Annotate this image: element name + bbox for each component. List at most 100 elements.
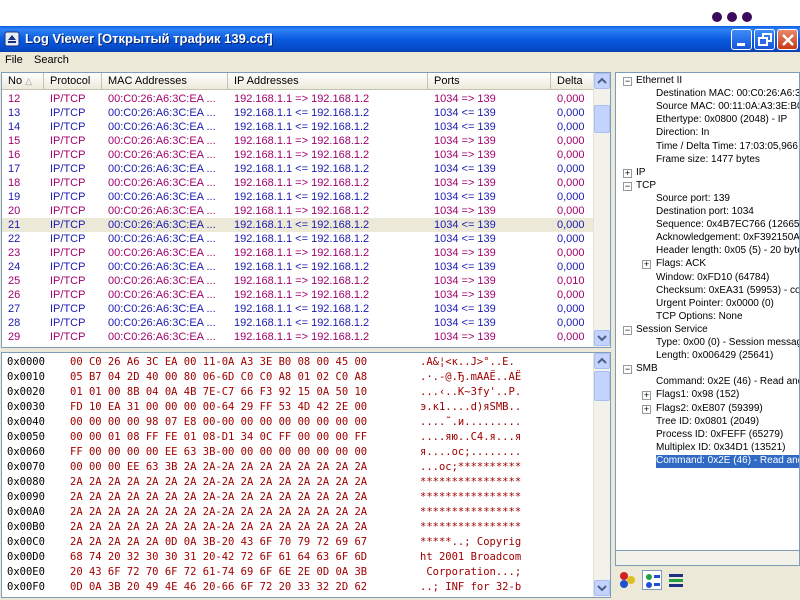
expand-icon[interactable]: + [642, 391, 651, 401]
tree-node[interactable]: Session Service [636, 324, 708, 337]
hex-scroll-down-button[interactable] [594, 580, 610, 596]
minimize-button[interactable] [731, 29, 752, 50]
table-row[interactable]: 20 IP/TCP 00:C0:26:A6:3C:EA ... 192.168.1.1… [2, 204, 594, 218]
tree-node[interactable]: Tree ID: 0x0801 (2049) [656, 416, 759, 429]
hex-bytes: 20 43 6F 72 70 6F 72 61-74 69 6F 6E 2E 0… [70, 566, 368, 578]
collapse-icon[interactable]: − [623, 325, 632, 335]
tree-node[interactable]: Destination port: 1034 [656, 206, 754, 219]
hex-line[interactable]: 0x00A0 2A 2A 2A 2A 2A 2A 2A 2A-2A 2A 2A 2… [2, 505, 594, 520]
view-colors-icon[interactable] [618, 570, 638, 590]
menu-file[interactable]: File [5, 54, 23, 66]
table-row[interactable]: 24 IP/TCP 00:C0:26:A6:3C:EA ... 192.168.1.1… [2, 260, 594, 274]
hex-line[interactable]: 0x00F0 0D 0A 3B 20 49 4E 46 20-66 6F 72 2… [2, 580, 594, 595]
hex-line[interactable]: 0x00C0 2A 2A 2A 2A 2A 0D 0A 3B-20 43 6F 7… [2, 535, 594, 550]
table-row[interactable]: 27 IP/TCP 00:C0:26:A6:3C:EA ... 192.168.1.1… [2, 302, 594, 316]
tree-node[interactable]: Flags: ACK [656, 258, 706, 271]
tree-node[interactable]: Acknowledgement: 0xF392150A ( [656, 232, 799, 245]
tree-node[interactable]: Frame size: 1477 bytes [656, 154, 760, 167]
table-row[interactable]: 18 IP/TCP 00:C0:26:A6:3C:EA ... 192.168.1.1… [2, 176, 594, 190]
scroll-up-button[interactable] [594, 73, 610, 89]
hex-line[interactable]: 0x0010 05 B7 04 2D 40 00 80 06-6D C0 C0 A… [2, 370, 594, 385]
column-header-no[interactable]: No △ [2, 73, 44, 90]
tree-node[interactable]: Process ID: 0xFEFF (65279) [656, 429, 783, 442]
tree-node[interactable]: Flags1: 0x98 (152) [656, 389, 739, 402]
scroll-thumb[interactable] [594, 105, 610, 133]
tree-node[interactable]: Direction: In [656, 127, 709, 140]
column-header-protocol[interactable]: Protocol [44, 73, 102, 90]
table-row[interactable]: 28 IP/TCP 00:C0:26:A6:3C:EA ... 192.168.1.1… [2, 316, 594, 330]
hex-line[interactable]: 0x00D0 68 74 20 32 30 30 31 20-42 72 6F 6… [2, 550, 594, 565]
hex-line[interactable]: 0x0030 FD 10 EA 31 00 00 00 00-64 29 FF 5… [2, 400, 594, 415]
tree-node[interactable]: Destination MAC: 00:C0:26:A6:3C [656, 88, 799, 101]
restore-button[interactable] [754, 29, 775, 50]
hex-line[interactable]: 0x0040 00 00 00 00 98 07 E8 00-00 00 00 0… [2, 415, 594, 430]
table-row[interactable]: 12 IP/TCP 00:C0:26:A6:3C:EA ... 192.168.1.1… [2, 92, 594, 106]
tree-node[interactable]: Time / Delta Time: 17:03:05,966 / [656, 141, 799, 154]
tree-node[interactable]: Urgent Pointer: 0x0000 (0) [656, 298, 774, 311]
collapse-icon[interactable]: − [623, 77, 632, 86]
expand-icon[interactable]: + [642, 260, 651, 270]
hex-scrollbar[interactable] [593, 353, 610, 597]
table-row[interactable]: 26 IP/TCP 00:C0:26:A6:3C:EA ... 192.168.1.1… [2, 288, 594, 302]
title-bar[interactable]: Log Viewer [Открытый трафик 139.ccf] [0, 26, 800, 52]
column-header-mac[interactable]: MAC Addresses [102, 73, 228, 90]
tree-node[interactable]: Sequence: 0x4B7EC766 (12665) [656, 219, 799, 232]
table-row[interactable]: 14 IP/TCP 00:C0:26:A6:3C:EA ... 192.168.1.1… [2, 120, 594, 134]
table-row[interactable]: 16 IP/TCP 00:C0:26:A6:3C:EA ... 192.168.1.1… [2, 148, 594, 162]
table-row[interactable]: 25 IP/TCP 00:C0:26:A6:3C:EA ... 192.168.1.1… [2, 274, 594, 288]
expand-icon[interactable]: + [623, 168, 632, 178]
hex-scroll-thumb[interactable] [594, 371, 610, 401]
cell-mac: 00:C0:26:A6:3C:EA ... [108, 289, 216, 301]
hex-line[interactable]: 0x0050 00 00 01 08 FF FE 01 08-D1 34 0C F… [2, 430, 594, 445]
table-row[interactable]: 13 IP/TCP 00:C0:26:A6:3C:EA ... 192.168.1.1… [2, 106, 594, 120]
tree-node[interactable]: Command: 0x2E (46) - Read and X [656, 454, 799, 468]
tree-node[interactable]: TCP [636, 180, 656, 193]
tree-node[interactable]: Ethernet II [636, 75, 682, 88]
hex-line[interactable]: 0x0080 2A 2A 2A 2A 2A 2A 2A 2A-2A 2A 2A 2… [2, 475, 594, 490]
hex-line[interactable]: 0x0070 00 00 00 EE 63 3B 2A 2A-2A 2A 2A 2… [2, 460, 594, 475]
tree-node[interactable]: IP [636, 167, 645, 180]
packet-list-scrollbar[interactable] [593, 73, 610, 347]
tree-node[interactable]: Type: 0x00 (0) - Session message [656, 337, 799, 350]
table-row[interactable]: 29 IP/TCP 00:C0:26:A6:3C:EA ... 192.168.1.1… [2, 330, 594, 344]
column-header-delta[interactable]: Delta [551, 73, 594, 90]
tree-node[interactable]: Multiplex ID: 0x34D1 (13521) [656, 442, 786, 455]
hex-bytes: 2A 2A 2A 2A 2A 0D 0A 3B-20 43 6F 70 79 7… [70, 536, 368, 548]
menu-search[interactable]: Search [34, 54, 69, 66]
tree-node[interactable]: Source MAC: 00:11:0A:A3:3E:B0 [656, 101, 799, 114]
collapse-icon[interactable]: − [623, 365, 632, 375]
table-row[interactable]: 23 IP/TCP 00:C0:26:A6:3C:EA ... 192.168.1.1… [2, 246, 594, 260]
tree-node[interactable]: SMB [636, 363, 658, 376]
tree-node[interactable]: Flags2: 0xE807 (59399) [656, 403, 763, 416]
view-tree-icon[interactable] [642, 570, 662, 590]
view-list-icon[interactable] [666, 570, 686, 590]
tree-node[interactable]: Ethertype: 0x0800 (2048) - IP [656, 114, 787, 127]
hex-line[interactable]: 0x00B0 2A 2A 2A 2A 2A 2A 2A 2A-2A 2A 2A 2… [2, 520, 594, 535]
tree-node[interactable]: Source port: 139 [656, 193, 730, 206]
column-header-ports[interactable]: Ports [428, 73, 551, 90]
table-row[interactable]: 22 IP/TCP 00:C0:26:A6:3C:EA ... 192.168.1.1… [2, 232, 594, 246]
hex-line[interactable]: 0x0090 2A 2A 2A 2A 2A 2A 2A 2A-2A 2A 2A 2… [2, 490, 594, 505]
expand-icon[interactable]: + [642, 404, 651, 414]
hex-ascii: *****..; Copyrig [420, 536, 522, 548]
tree-node[interactable]: TCP Options: None [656, 311, 743, 324]
hex-line[interactable]: 0x00E0 20 43 6F 72 70 6F 72 61-74 69 6F 6… [2, 565, 594, 580]
scroll-down-button[interactable] [594, 330, 610, 346]
table-row[interactable]: 15 IP/TCP 00:C0:26:A6:3C:EA ... 192.168.1.1… [2, 134, 594, 148]
hex-line[interactable]: 0x0060 FF 00 00 00 00 EE 63 3B-00 00 00 0… [2, 445, 594, 460]
tree-node[interactable]: Checksum: 0xEA31 (59953) - corr [656, 285, 799, 298]
collapse-icon[interactable]: − [623, 181, 632, 191]
table-row[interactable]: 19 IP/TCP 00:C0:26:A6:3C:EA ... 192.168.1.1… [2, 190, 594, 204]
hex-scroll-up-button[interactable] [594, 353, 610, 369]
tree-node[interactable]: Length: 0x006429 (25641) [656, 350, 773, 363]
table-row[interactable]: 17 IP/TCP 00:C0:26:A6:3C:EA ... 192.168.1.1… [2, 162, 594, 176]
close-button[interactable] [777, 29, 798, 50]
tree-node[interactable]: Header length: 0x05 (5) - 20 bytes [656, 245, 799, 258]
hex-line[interactable]: 0x0020 01 01 00 8B 04 0A 4B 7E-C7 66 F3 9… [2, 385, 594, 400]
tree-hscrollbar[interactable] [615, 550, 800, 566]
hex-line[interactable]: 0x0000 00 C0 26 A6 3C EA 00 11-0A A3 3E B… [2, 355, 594, 370]
tree-node[interactable]: Window: 0xFD10 (64784) [656, 272, 769, 285]
tree-node[interactable]: Command: 0x2E (46) - Read and X [656, 376, 799, 389]
table-row[interactable]: 21 IP/TCP 00:C0:26:A6:3C:EA ... 192.168.1.1… [2, 218, 594, 232]
column-header-ip[interactable]: IP Addresses [228, 73, 428, 90]
